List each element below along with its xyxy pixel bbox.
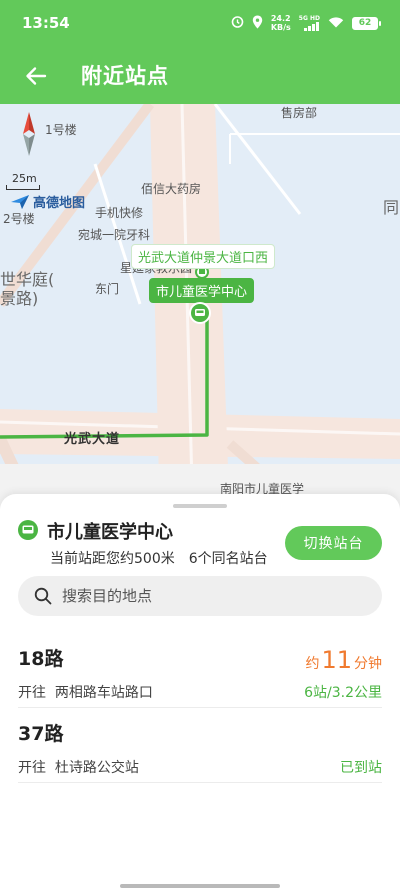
same-name-stops: 6个同名站台 <box>188 551 268 567</box>
map-scale: 25m <box>6 172 40 190</box>
route-status: 已到站 <box>340 760 382 776</box>
compass-icon[interactable] <box>22 112 36 160</box>
map-label-ticket: 售房部 <box>281 106 318 120</box>
map-logo-text: 高德地图 <box>33 196 86 211</box>
stop-sheet: 市儿童医学中心 当前站距您约500米 6个同名站台 切换站台 18路 开往 两相… <box>0 494 400 889</box>
scale-label: 25m <box>12 172 37 185</box>
route-name: 37路 <box>18 723 64 745</box>
map-label-right-partial: 同 <box>383 198 400 217</box>
bus-stop-marker-icon[interactable] <box>189 302 211 326</box>
route-direction: 开往 两相路车站路口 <box>18 682 153 702</box>
status-icons: 24.2 KB/s 5G HD 62 <box>231 14 381 32</box>
gesture-nav-bar[interactable] <box>120 884 280 888</box>
search-input[interactable] <box>62 587 352 605</box>
switch-stop-button[interactable]: 切换站台 <box>285 526 382 560</box>
map-view[interactable]: 25m 高德地图 1号楼 2号楼 售房部 佰信大药房 手机快修 宛城一院牙科 星… <box>0 104 400 524</box>
map-stop-west[interactable]: 光武大道仲景大道口西 <box>131 244 276 269</box>
route-item[interactable]: 18路 开往 两相路车站路口 约 11 分钟 6站/3.2公里 <box>18 644 382 708</box>
status-bar: 13:54 24.2 KB/s 5G HD 62 <box>0 0 400 48</box>
route-name: 18路 <box>18 648 64 670</box>
route-eta: 约 11 分钟 <box>305 646 382 674</box>
arrow-left-icon <box>26 67 47 85</box>
route-item[interactable]: 37路 开往 杜诗路公交站 已到站 <box>18 719 382 783</box>
map-label-building2: 2号楼 <box>3 212 35 226</box>
net-speed-value: 24.2 <box>270 14 291 23</box>
direction-prefix: 开往 <box>18 685 46 701</box>
alarm-icon <box>231 15 244 31</box>
map-label-world-2: 景路) <box>0 289 39 308</box>
direction-prefix: 开往 <box>18 760 46 776</box>
eta-value: 11 <box>321 646 352 674</box>
map-label-building1: 1号楼 <box>45 123 77 137</box>
map-label-phone-repair: 手机快修 <box>95 206 144 220</box>
destination-search[interactable] <box>18 576 382 616</box>
map-label-pharmacy: 佰信大药房 <box>141 182 202 196</box>
route-stops-distance: 6站/3.2公里 <box>304 685 382 701</box>
network-type: 5G HD <box>298 15 320 22</box>
bus-stop-icon <box>18 520 38 540</box>
wifi-icon <box>328 16 344 31</box>
road-label: 光武大道 <box>64 432 121 447</box>
eta-unit: 分钟 <box>354 656 382 672</box>
sheet-drag-handle[interactable] <box>173 504 227 508</box>
map-label-east-gate: 东门 <box>95 282 120 296</box>
location-icon <box>252 15 263 32</box>
battery-indicator: 62 <box>352 16 381 30</box>
route-destination: 两相路车站路口 <box>54 685 153 701</box>
map-stop-current[interactable]: 市儿童医学中心 <box>149 278 255 303</box>
route-direction: 开往 杜诗路公交站 <box>18 757 139 777</box>
net-speed-unit: KB/s <box>270 23 291 32</box>
map-label-dental: 宛城一院牙科 <box>78 228 151 242</box>
app-header: 附近站点 <box>0 48 400 104</box>
route-destination: 杜诗路公交站 <box>54 760 139 776</box>
search-icon <box>34 587 52 605</box>
stop-description: 当前站距您约500米 6个同名站台 <box>50 548 268 568</box>
scale-bar <box>6 185 40 190</box>
stop-name: 市儿童医学中心 <box>47 522 173 543</box>
stop-distance: 当前站距您约500米 <box>50 551 175 567</box>
map-logo: 高德地图 <box>10 192 85 211</box>
page-title: 附近站点 <box>81 64 169 88</box>
back-button[interactable] <box>18 58 54 94</box>
signal-icon: 5G HD <box>299 15 320 31</box>
amap-arrow-icon <box>11 194 29 209</box>
net-speed: 24.2 KB/s <box>271 14 291 32</box>
eta-prefix: 约 <box>305 656 320 672</box>
status-time: 13:54 <box>22 14 70 32</box>
